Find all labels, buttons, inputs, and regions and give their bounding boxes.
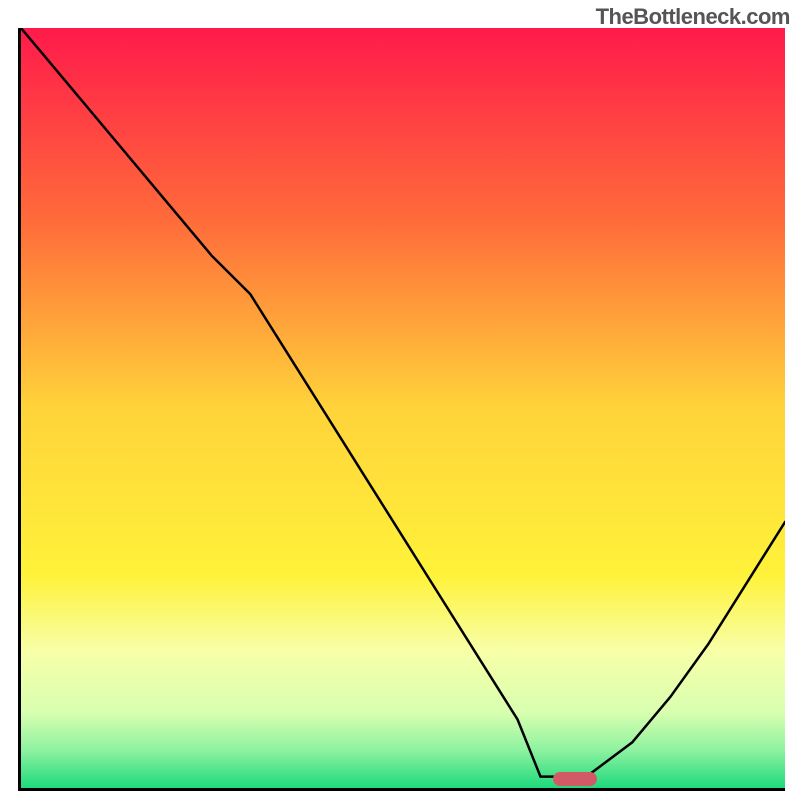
plot-area xyxy=(18,28,785,791)
optimal-marker xyxy=(553,772,597,786)
bottleneck-curve xyxy=(21,28,785,788)
watermark-text: TheBottleneck.com xyxy=(596,4,790,30)
bottleneck-chart: TheBottleneck.com xyxy=(0,0,800,800)
